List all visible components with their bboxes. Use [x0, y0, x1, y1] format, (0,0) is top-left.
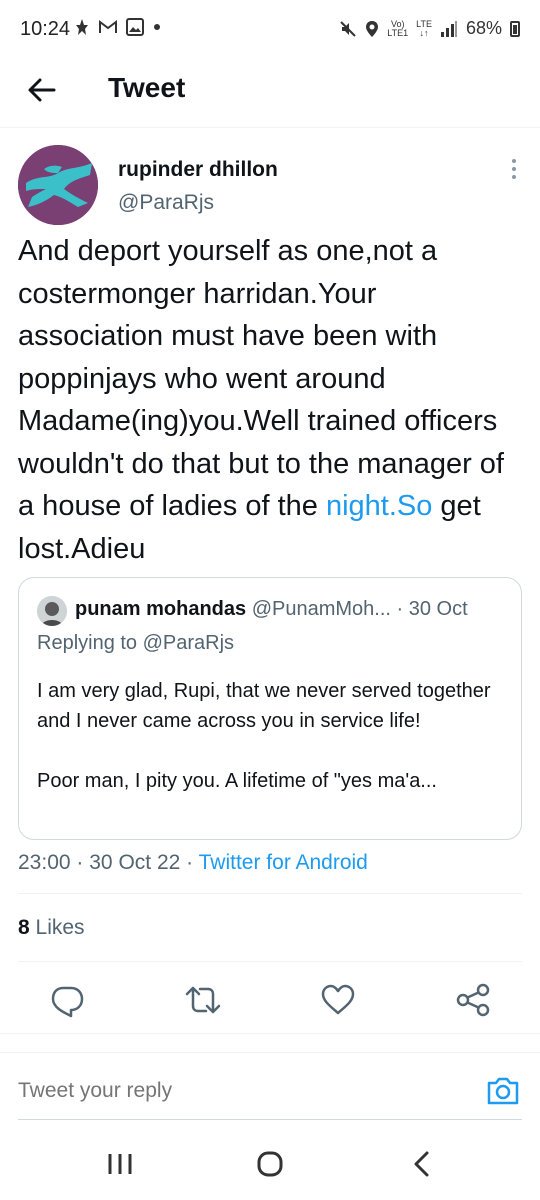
quoted-tweet[interactable]: punam mohandas @PunamMoh... · 30 Oct Rep… — [18, 577, 522, 840]
share-icon[interactable] — [453, 980, 493, 1020]
avatar[interactable] — [18, 145, 98, 225]
tweet-meta: 23:00 · 30 Oct 22 · Twitter for Android — [18, 851, 368, 874]
reply-bar — [0, 1052, 540, 1120]
tweet-author: rupinder dhillon @ParaRjs — [18, 145, 522, 229]
quoted-header: punam mohandas @PunamMoh... · 30 Oct — [75, 598, 515, 621]
battery-icon — [510, 20, 520, 37]
reply-underline — [18, 1119, 522, 1120]
tweet-actions — [0, 980, 540, 1020]
divider — [18, 893, 522, 894]
top-bar: Tweet — [0, 60, 540, 128]
likes-stat[interactable]: 8 Likes — [18, 916, 85, 940]
author-handle[interactable]: @ParaRjs — [118, 191, 214, 215]
quoted-handle: @PunamMoh... — [251, 598, 391, 620]
tweet-link[interactable]: night.So — [326, 490, 432, 522]
signal-icon — [440, 20, 457, 37]
tweet-source[interactable]: Twitter for Android — [199, 851, 368, 874]
battery-percent: 68% — [465, 18, 502, 38]
volte-indicator: Vo) LTE1 — [387, 18, 409, 38]
author-name[interactable]: rupinder dhillon — [118, 158, 278, 182]
arrow-left-icon[interactable] — [26, 74, 58, 106]
heart-icon[interactable] — [318, 980, 358, 1020]
status-time: 10:24 — [20, 18, 71, 40]
back-nav-icon[interactable] — [402, 1150, 442, 1178]
dot-icon — [154, 24, 160, 30]
quoted-date: · 30 Oct — [396, 598, 468, 620]
retweet-icon[interactable] — [183, 980, 223, 1020]
page-title: Tweet — [108, 72, 186, 103]
replying-to: Replying to @ParaRjs — [37, 632, 235, 654]
more-vertical-icon[interactable] — [510, 159, 518, 181]
status-bar: 10:24 Vo) LTE1 LTE ↓↑ 68% — [0, 0, 540, 60]
gallery-icon — [126, 18, 144, 36]
location-icon — [366, 20, 379, 37]
gmail-icon — [99, 20, 117, 33]
system-nav-bar — [0, 1130, 540, 1200]
tweet-date: 30 Oct 22 — [89, 851, 181, 874]
recent-apps-icon[interactable] — [100, 1150, 140, 1178]
quoted-avatar — [37, 596, 67, 626]
quoted-text: I am very glad, Rupi, that we never serv… — [37, 680, 491, 792]
camera-icon[interactable] — [486, 1075, 520, 1107]
divider — [0, 1033, 540, 1034]
comment-icon[interactable] — [47, 980, 87, 1020]
reply-input[interactable] — [18, 1079, 289, 1103]
notification-icons — [74, 18, 162, 36]
tweet-time: 23:00 — [18, 851, 71, 874]
lte-indicator: LTE ↓↑ — [416, 18, 432, 38]
tweet-text: And deport yourself as one,not a costerm… — [18, 235, 504, 565]
divider — [18, 961, 522, 962]
avatar-image — [18, 145, 98, 225]
mute-icon — [340, 20, 356, 37]
quoted-name: punam mohandas — [75, 598, 247, 620]
likes-label: Likes — [35, 916, 85, 939]
status-indicators: Vo) LTE1 LTE ↓↑ 68% — [339, 18, 520, 39]
home-icon[interactable] — [250, 1150, 290, 1178]
likes-count: 8 — [18, 916, 30, 939]
notification-icon — [76, 19, 88, 35]
